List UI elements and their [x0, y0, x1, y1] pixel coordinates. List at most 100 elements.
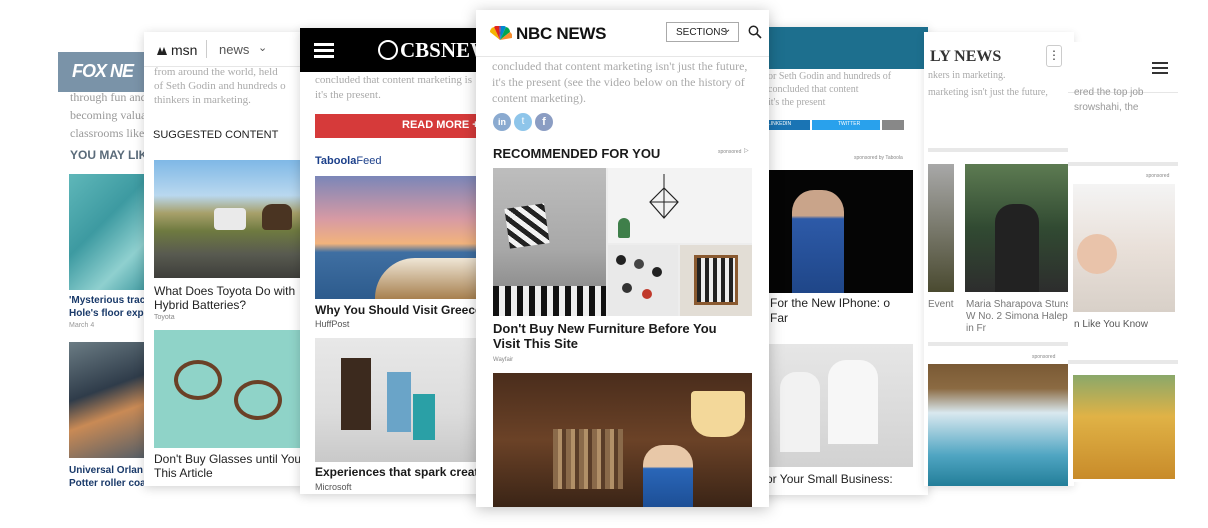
card5-sponsored: sponsored by Taboola: [854, 155, 903, 161]
fox-section-title: YOU MAY LIK: [70, 148, 148, 162]
card7-item1-headline[interactable]: n Like You Know: [1074, 319, 1148, 330]
daily-item1-image[interactable]: [928, 164, 954, 292]
hamburger-icon[interactable]: [314, 43, 334, 58]
nbc-person-shape: [643, 445, 693, 507]
card7-divider: [1068, 162, 1178, 166]
daily-divider-2: [928, 342, 1074, 346]
twitter-icon[interactable]: t: [514, 113, 532, 131]
nbc-recommended-heading: RECOMMENDED FOR YOU: [493, 146, 661, 161]
msn-item1-headline[interactable]: What Does Toyota Do with Hybrid Batterie…: [154, 284, 302, 312]
fox-logo[interactable]: FOX NE: [72, 61, 134, 82]
card5-header: [760, 27, 928, 69]
search-icon[interactable]: [748, 25, 762, 39]
cbs-block-figure-1: [341, 358, 371, 430]
card7: ered the top job srowshahi, the sponsore…: [1068, 42, 1178, 482]
card5-linkedin-label: LINKEDIN: [768, 121, 792, 127]
nbc-text-3: content marketing).: [492, 91, 586, 105]
daily-news-logo[interactable]: LY NEWS: [930, 48, 1001, 66]
msn-text-3: thinkers in marketing.: [154, 94, 251, 106]
daily-item3-image[interactable]: [928, 364, 1068, 486]
fox-text-2: becoming valua: [70, 108, 147, 122]
card5-twitter-button[interactable]: TWITTER: [812, 120, 880, 130]
card7-item2-image[interactable]: [1073, 375, 1175, 479]
card5-item1-image[interactable]: [768, 170, 913, 293]
nbc-geometric-lamp-shape: [649, 174, 679, 219]
cbs-item2-source: Microsoft: [315, 482, 352, 492]
nbc-text-2: it's the present (see the video below on…: [492, 75, 745, 89]
msn-section[interactable]: news: [219, 42, 249, 57]
linkedin-icon[interactable]: in: [493, 113, 511, 131]
msn-suggested-heading: SUGGESTED CONTENT: [153, 129, 279, 141]
nbc-bookshelf-shape: [553, 429, 623, 489]
msn-glasses-shape-2: [234, 380, 282, 420]
card5-text-2: concluded that content: [768, 84, 859, 95]
chevron-down-icon: ⌄: [723, 24, 732, 35]
msn-item2-headline[interactable]: Don't Buy Glasses until You This Article: [154, 452, 302, 480]
msn-item1-image[interactable]: [154, 160, 304, 278]
daily-item2-headline[interactable]: Maria Sharapova Stuns W No. 2 Simona Hal…: [966, 299, 1074, 335]
cbs-read-more-label: READ MORE +: [402, 119, 479, 131]
card5-linkedin-button[interactable]: LINKEDIN: [764, 120, 810, 130]
nbc-decor-dot-3: [652, 267, 662, 277]
card5-text-3: it's the present: [768, 97, 826, 108]
nbc-lamp-glow-shape: [691, 391, 745, 437]
card5-person-1: [780, 372, 820, 452]
card7-item1-image[interactable]: [1073, 184, 1175, 312]
cbs-item2-headline[interactable]: Experiences that spark creati: [315, 465, 482, 479]
card5-person-2: [828, 360, 878, 444]
cbs-island-shape: [375, 258, 482, 299]
daily-item2-image[interactable]: [965, 164, 1074, 292]
nbc-sections-button[interactable]: SECTIONS ⌄: [666, 22, 739, 42]
email-icon[interactable]: [882, 120, 904, 130]
cbs-item2-image[interactable]: [315, 338, 482, 462]
more-options-icon[interactable]: ⋮: [1046, 45, 1062, 67]
nbc-item1-source: Wayfair: [493, 357, 514, 363]
msn-text-2: of Seth Godin and hundreds o: [154, 80, 286, 92]
chevron-down-icon[interactable]: ⌄: [258, 41, 267, 54]
cbs-text-1: concluded that content marketing is: [315, 74, 473, 86]
msn-butterfly-icon: [156, 44, 168, 56]
card7-divider-2: [1068, 360, 1178, 364]
nbc-plant-shape: [618, 218, 630, 238]
nbc-peacock-icon: [488, 25, 513, 40]
card5-item2-headline[interactable]: or Your Small Business:: [766, 472, 893, 486]
facebook-icon[interactable]: f: [535, 113, 553, 131]
nbc-header: NBC NEWS SECTIONS ⌄: [476, 10, 769, 57]
nbc-card: NBC NEWS SECTIONS ⌄ concluded that conte…: [476, 10, 769, 507]
nbc-logo[interactable]: NBC NEWS: [516, 24, 606, 44]
nbc-sections-label: SECTIONS: [676, 27, 728, 38]
nbc-decor-panel: [608, 245, 678, 316]
fox-item1-date: March 4: [69, 322, 95, 329]
daily-item1-headline[interactable]: Event: [928, 299, 954, 310]
msn-item1-source: Toyota: [154, 314, 175, 321]
nbc-item2-image[interactable]: [493, 373, 752, 507]
cbs-read-more-button[interactable]: READ MORE +: [315, 114, 482, 138]
daily-sponsored: sponsored: [1032, 354, 1056, 360]
card5-item2-image[interactable]: [768, 344, 913, 467]
card5-twitter-label: TWITTER: [838, 121, 861, 127]
cbs-block-figure-2: [387, 372, 411, 432]
msn-item2-image[interactable]: [154, 330, 304, 448]
cbs-item1-image[interactable]: [315, 176, 482, 299]
fox-text-3: classrooms like: [70, 126, 145, 140]
nbc-decor-dot-2: [634, 259, 644, 269]
card7-menu-icon[interactable]: [1152, 62, 1168, 74]
card7-text-2: srowshahi, the: [1074, 102, 1139, 113]
nbc-item1-headline[interactable]: Don't Buy New Furniture Before You Visit…: [493, 321, 733, 351]
msn-car-shape: [214, 208, 246, 230]
nbc-decor-dot-1: [616, 255, 626, 265]
nbc-item1-image[interactable]: [493, 168, 752, 316]
nbc-text-1: concluded that content marketing isn't j…: [492, 59, 748, 73]
daily-divider: [928, 148, 1074, 152]
cbs-item1-headline[interactable]: Why You Should Visit Greece: [315, 303, 482, 317]
taboola-wordmark: Taboola: [315, 155, 357, 167]
card5-person-shape: [792, 190, 844, 293]
card5-item1-headline[interactable]: For the New IPhone: o Far: [770, 296, 900, 326]
msn-logo[interactable]: msn: [171, 42, 197, 58]
daily-news-card: LY NEWS ⋮ nkers in marketing. marketing …: [924, 32, 1074, 486]
cbs-header: CBSNEW: [300, 28, 482, 72]
cbs-item1-source: HuffPost: [315, 319, 350, 329]
nbc-chair-shape: [694, 255, 738, 305]
nbc-sponsored-arrow-icon: ▷: [744, 148, 749, 154]
cbs-logo[interactable]: CBSNEW: [400, 38, 482, 63]
